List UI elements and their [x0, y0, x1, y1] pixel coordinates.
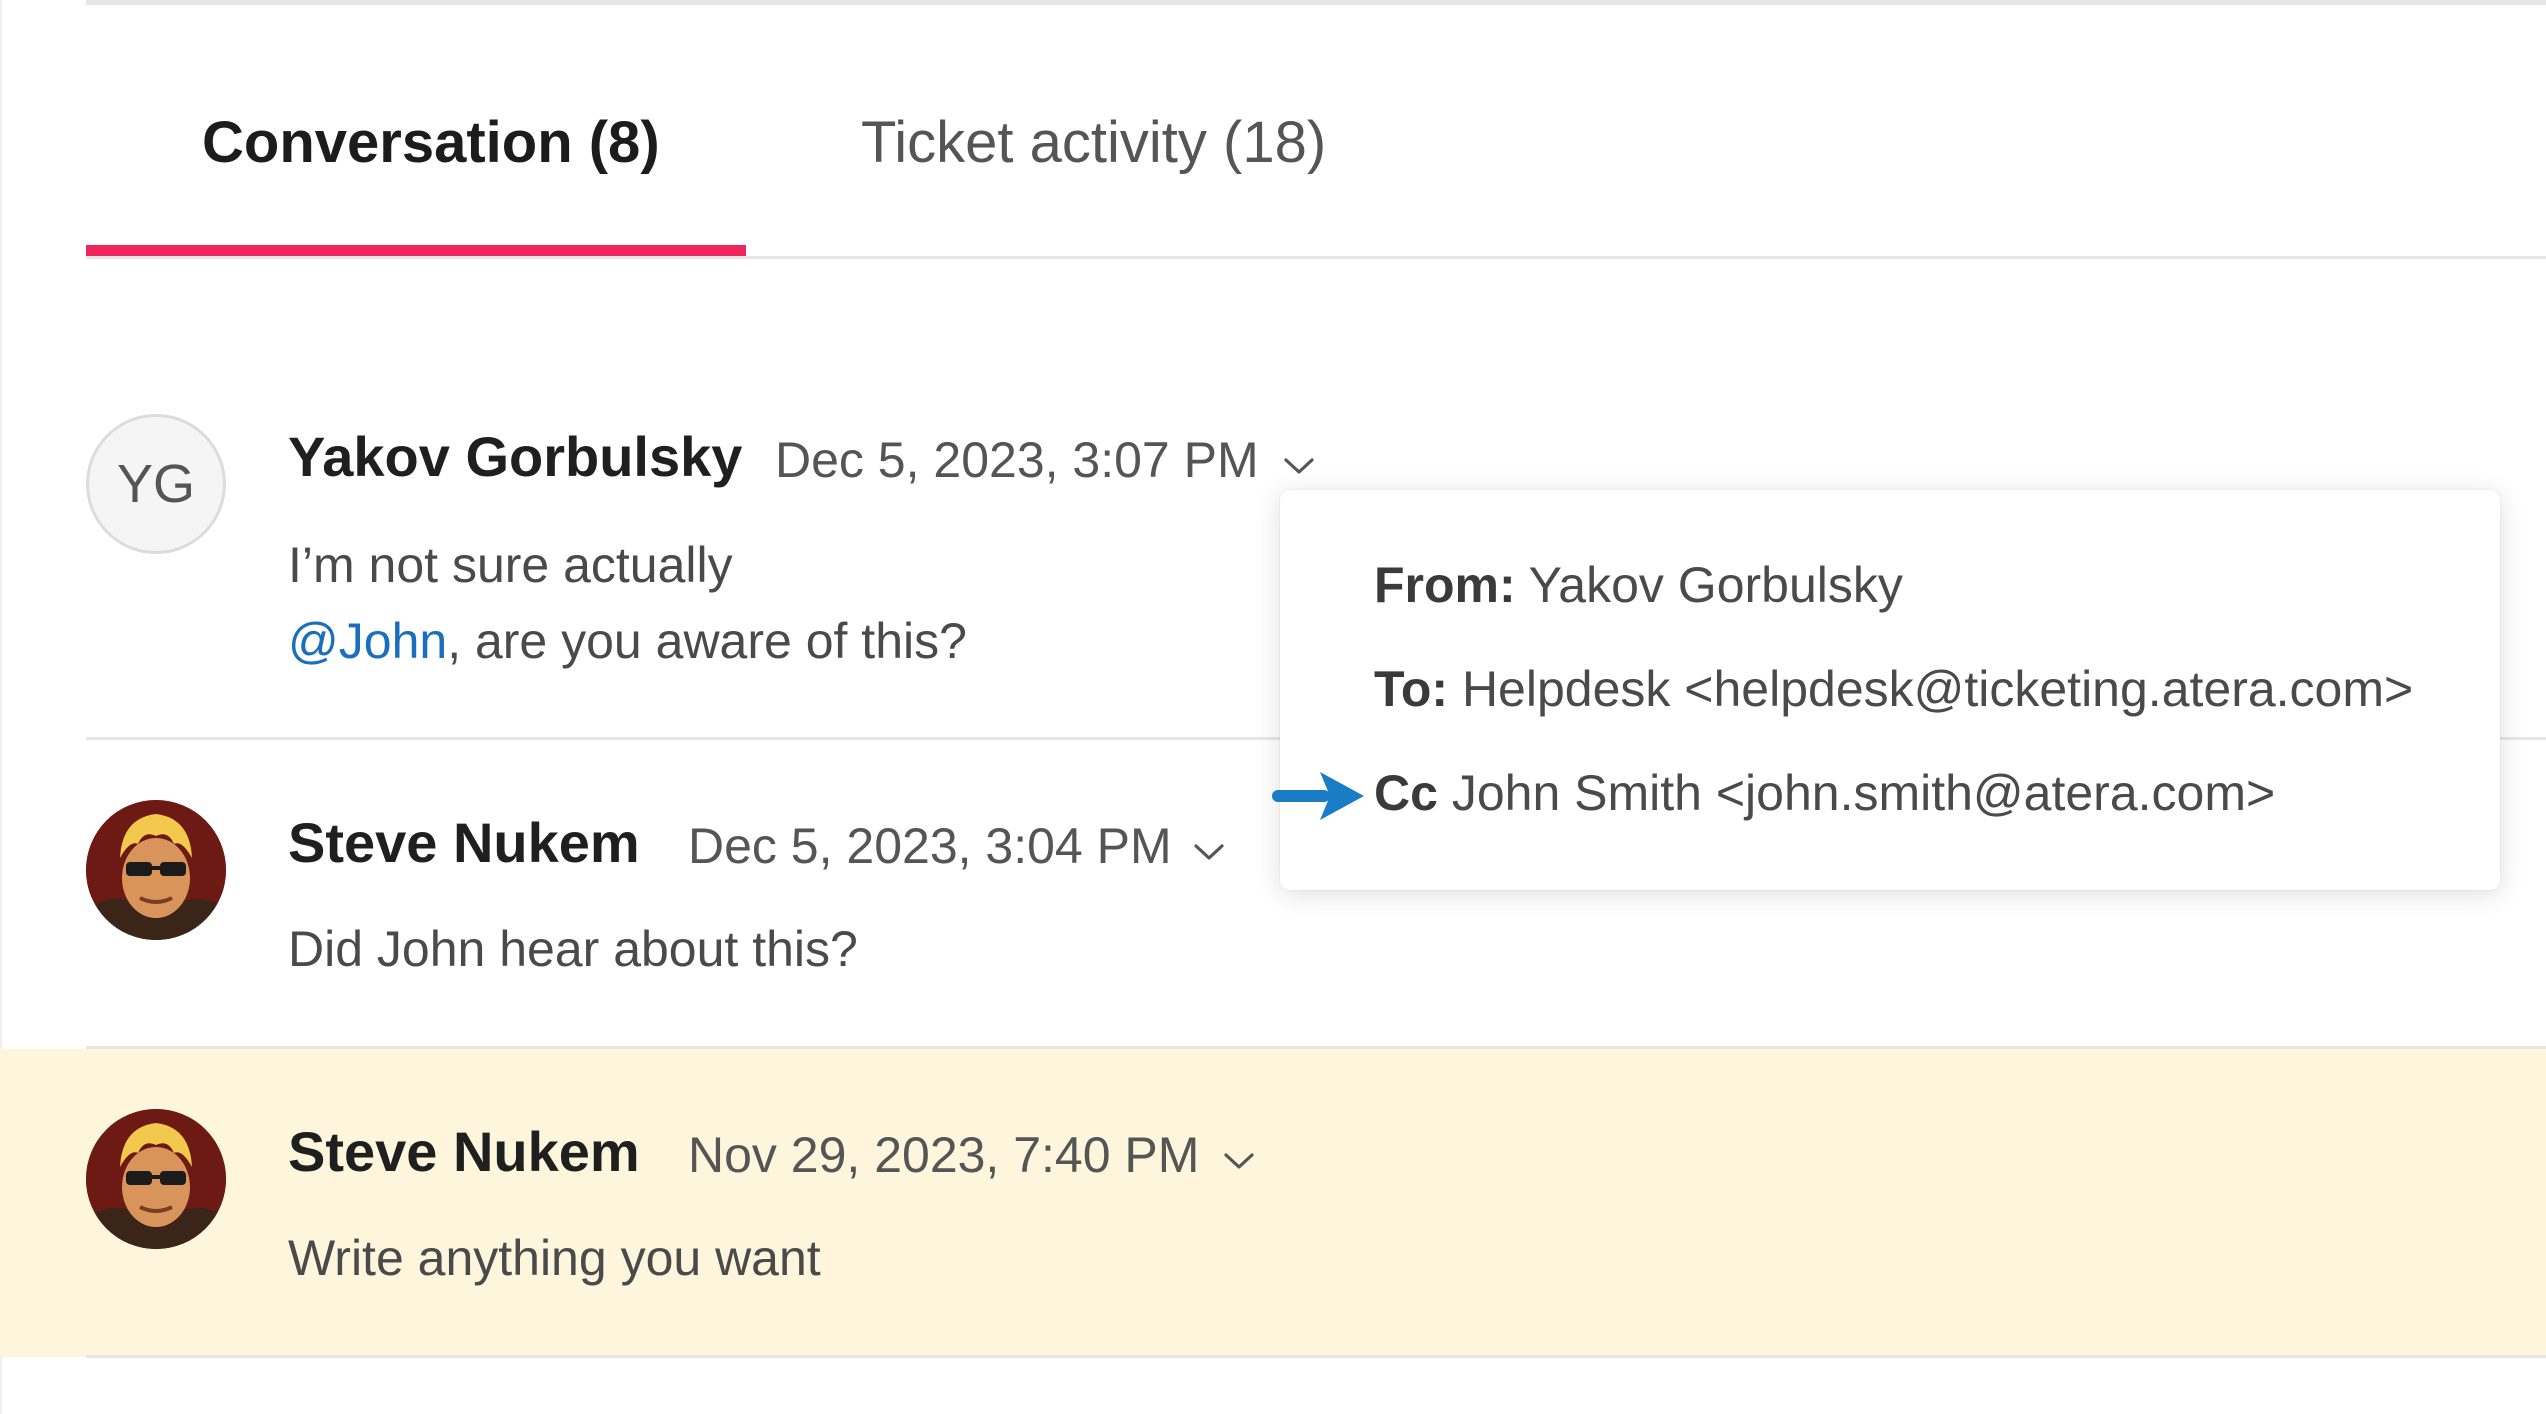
chevron-down-icon[interactable]: [1192, 841, 1226, 863]
popover-cc-row: Cc John Smith <john.smith@atera.com>: [1374, 760, 2275, 826]
message-text: , are you aware of this?: [447, 613, 967, 669]
sender-name: Yakov Gorbulsky: [288, 425, 743, 488]
popover-to-row: To: Helpdesk <helpdesk@ticketing.atera.c…: [1374, 656, 2413, 722]
conversation-message-highlighted: Steve Nukem Nov 29, 2023, 7:40 PM Write …: [0, 1049, 2546, 1357]
message-body-line: @John, are you aware of this?: [288, 608, 967, 674]
tab-bar-divider: [86, 256, 2546, 259]
message-body-line: Did John hear about this?: [288, 921, 858, 977]
avatar-photo: [86, 800, 226, 940]
message-body-line: Write anything you want: [288, 1230, 821, 1286]
cc-label: Cc: [1374, 765, 1438, 821]
sender-name: Steve Nukem: [288, 1120, 640, 1183]
chevron-down-icon[interactable]: [1222, 1150, 1256, 1172]
avatar: [86, 1109, 226, 1249]
tab-conversation[interactable]: Conversation (8): [202, 100, 660, 186]
tab-bar: Conversation (8) Ticket activity (18): [86, 0, 2546, 262]
tab-ticket-activity[interactable]: Ticket activity (18): [861, 100, 1326, 186]
popover-from-row: From: Yakov Gorbulsky: [1374, 552, 1903, 618]
message-timestamp: Nov 29, 2023, 7:40 PM: [688, 1127, 1200, 1183]
avatar: YG: [86, 414, 226, 554]
avatar: [86, 800, 226, 940]
cc-value: John Smith <john.smith@atera.com>: [1451, 765, 2276, 821]
from-label: From:: [1374, 557, 1516, 613]
to-label: To:: [1374, 661, 1449, 717]
user-mention[interactable]: @John: [288, 613, 447, 669]
from-value: Yakov Gorbulsky: [1528, 557, 1903, 613]
email-details-popover: From: Yakov Gorbulsky To: Helpdesk <help…: [1280, 490, 2500, 890]
to-value: Helpdesk <helpdesk@ticketing.atera.com>: [1461, 661, 2414, 717]
chevron-down-icon[interactable]: [1282, 455, 1316, 477]
avatar-initials: YG: [116, 454, 196, 514]
message-timestamp: Dec 5, 2023, 3:07 PM: [775, 432, 1259, 488]
arrow-right-icon: [1272, 772, 1364, 820]
message-timestamp: Dec 5, 2023, 3:04 PM: [688, 818, 1172, 874]
avatar-photo: [86, 1109, 226, 1249]
sender-name: Steve Nukem: [288, 811, 640, 874]
message-body-line: I’m not sure actually: [288, 537, 733, 593]
message-divider: [86, 1355, 2546, 1358]
